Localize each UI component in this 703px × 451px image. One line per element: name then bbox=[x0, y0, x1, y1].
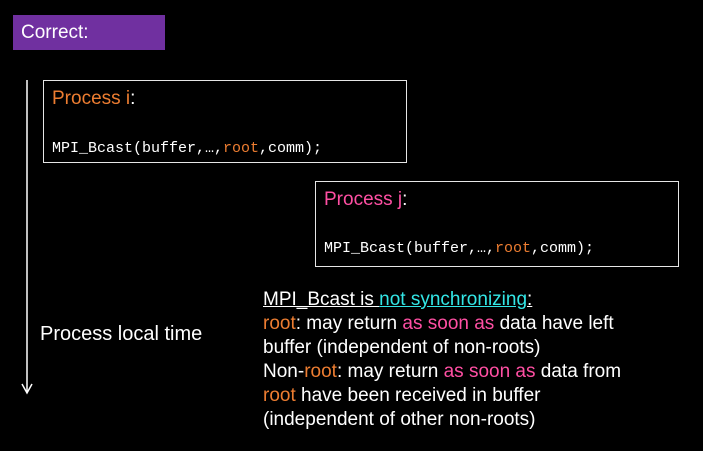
process-i-code-pre: MPI_Bcast(buffer,…, bbox=[52, 140, 224, 157]
notes-line3-emph: as soon as bbox=[443, 361, 536, 382]
notes-line-1: root: may return as soon as data have le… bbox=[263, 312, 621, 336]
process-j-box: Process j: MPI_Bcast(buffer,…,root,comm)… bbox=[315, 181, 679, 267]
process-j-code: MPI_Bcast(buffer,…,root,comm); bbox=[324, 240, 594, 257]
notes-line3-post: data from bbox=[535, 361, 622, 382]
notes-line1-post: data have left bbox=[494, 313, 614, 334]
notes-line4-text: have been received in buffer bbox=[295, 385, 541, 406]
process-j-code-arg: root bbox=[495, 240, 532, 257]
notes-heading-post: : bbox=[527, 289, 533, 310]
notes-line4-root: root bbox=[263, 385, 296, 406]
notes-line3-text: : may return bbox=[336, 361, 444, 382]
process-j-title: Process j: bbox=[324, 189, 407, 211]
process-j-code-post: ,comm); bbox=[531, 240, 595, 257]
process-j-code-pre: MPI_Bcast(buffer,…, bbox=[324, 240, 496, 257]
process-i-code-post: ,comm); bbox=[259, 140, 323, 157]
header-badge: Correct: bbox=[13, 15, 165, 50]
notes-line3-root: root bbox=[304, 361, 337, 382]
process-i-title-prefix: Process bbox=[52, 88, 126, 109]
notes-line1-root: root bbox=[263, 313, 296, 334]
notes-heading-pre: MPI_Bcast is bbox=[263, 289, 380, 310]
process-i-title: Process i: bbox=[52, 88, 135, 110]
notes-line3-pre: Non- bbox=[263, 361, 305, 382]
notes-heading: MPI_Bcast is not synchronizing: bbox=[263, 288, 621, 312]
notes-line-4: root have been received in buffer bbox=[263, 384, 621, 408]
notes-line-3: Non-root: may return as soon as data fro… bbox=[263, 360, 621, 384]
notes-block: MPI_Bcast is not synchronizing: root: ma… bbox=[263, 288, 621, 432]
notes-line1-emph: as soon as bbox=[402, 313, 495, 334]
notes-line-5: (independent of other non-roots) bbox=[263, 409, 536, 430]
notes-line-2: buffer (independent of non-roots) bbox=[263, 337, 541, 358]
notes-heading-highlight: not synchronizing bbox=[379, 289, 528, 310]
timeline-label: Process local time bbox=[40, 323, 203, 345]
timeline-arrow bbox=[20, 80, 34, 396]
process-j-title-suffix: : bbox=[402, 189, 408, 210]
process-i-code: MPI_Bcast(buffer,…,root,comm); bbox=[52, 140, 322, 157]
process-i-title-suffix: : bbox=[130, 88, 136, 109]
down-arrow-icon bbox=[21, 80, 33, 395]
process-i-box: Process i: MPI_Bcast(buffer,…,root,comm)… bbox=[43, 80, 407, 163]
process-j-title-prefix: Process bbox=[324, 189, 398, 210]
process-i-code-arg: root bbox=[223, 140, 260, 157]
notes-line1-text: : may return bbox=[295, 313, 403, 334]
